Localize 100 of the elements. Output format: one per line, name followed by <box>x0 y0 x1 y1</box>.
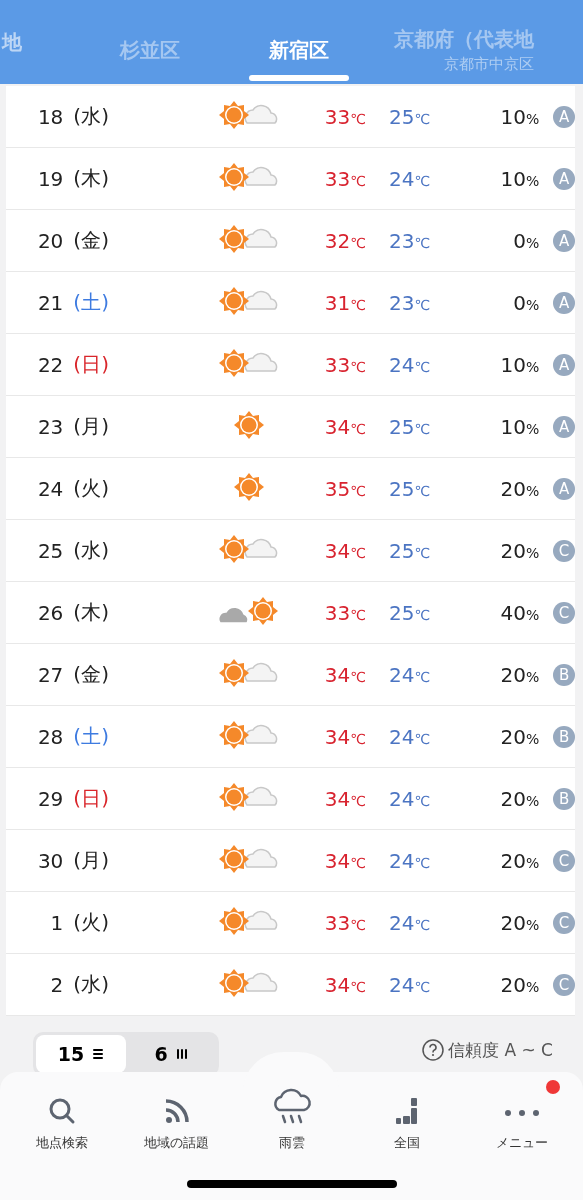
reliability-badge: C <box>553 849 575 872</box>
date-text: 26 <box>36 600 64 625</box>
reliability-badge: C <box>553 601 575 624</box>
high-temperature: 34℃ <box>324 538 367 563</box>
weekday-text: (水) <box>73 971 110 998</box>
low-temperature: 25℃ <box>388 414 432 439</box>
precipitation-chance: 0% <box>512 228 540 253</box>
date-text: 1 <box>49 910 64 935</box>
range-option[interactable]: 15 <box>36 1035 126 1073</box>
low-temperature: 24℃ <box>388 662 432 687</box>
reliability-badge: A <box>553 105 575 128</box>
high-temperature: 32℃ <box>324 228 367 253</box>
low-temperature: 24℃ <box>388 166 432 191</box>
help-icon <box>422 1039 445 1061</box>
low-temperature: 25℃ <box>388 538 432 563</box>
precipitation-chance: 10% <box>499 352 540 377</box>
range-option[interactable]: 6 <box>126 1035 216 1073</box>
nav-item[interactable]: 全国 <box>351 1072 462 1152</box>
reliability-badge: B <box>553 787 575 810</box>
weekday-text: (金) <box>73 227 110 254</box>
low-temperature: 24℃ <box>388 848 432 873</box>
precipitation-chance: 20% <box>499 972 540 997</box>
precipitation-chance: 20% <box>499 848 540 873</box>
precipitation-chance: 10% <box>499 166 540 191</box>
low-temperature: 24℃ <box>388 972 432 997</box>
high-temperature: 35℃ <box>324 476 367 501</box>
high-temperature: 33℃ <box>324 104 367 129</box>
weekday-text: (土) <box>73 289 110 316</box>
low-temperature: 24℃ <box>388 724 432 749</box>
precipitation-chance: 20% <box>499 662 540 687</box>
date-text: 18 <box>36 104 64 129</box>
nav-item[interactable]: 雨雲 <box>236 1072 347 1152</box>
high-temperature: 34℃ <box>324 724 367 749</box>
weekday-text: (月) <box>73 847 110 874</box>
low-temperature: 23℃ <box>388 228 432 253</box>
precipitation-chance: 0% <box>512 290 540 315</box>
reliability-badge: A <box>553 167 575 190</box>
nav-item[interactable]: 地域の話題 <box>121 1072 232 1152</box>
low-temperature: 23℃ <box>388 290 432 315</box>
date-text: 2 <box>49 972 64 997</box>
precipitation-chance: 20% <box>499 724 540 749</box>
precipitation-chance: 10% <box>499 104 540 129</box>
weekday-text: (木) <box>73 165 110 192</box>
weekday-text: (日) <box>73 351 110 378</box>
reliability-badge: A <box>553 353 575 376</box>
high-temperature: 34℃ <box>324 662 367 687</box>
date-text: 29 <box>36 786 64 811</box>
reliability-badge: A <box>553 415 575 438</box>
low-temperature: 25℃ <box>388 476 432 501</box>
high-temperature: 33℃ <box>324 600 367 625</box>
nav-item[interactable]: メニュー <box>466 1072 577 1152</box>
date-text: 19 <box>36 166 64 191</box>
date-text: 20 <box>36 228 64 253</box>
high-temperature: 31℃ <box>324 290 367 315</box>
low-temperature: 25℃ <box>388 600 432 625</box>
weekday-text: (金) <box>73 661 110 688</box>
high-temperature: 34℃ <box>324 786 367 811</box>
weekday-text: (日) <box>73 785 110 812</box>
weekday-text: (火) <box>73 909 110 936</box>
low-temperature: 25℃ <box>388 104 432 129</box>
list-icon <box>92 1048 105 1060</box>
date-text: 22 <box>36 352 64 377</box>
date-text: 30 <box>36 848 64 873</box>
date-text: 23 <box>36 414 64 439</box>
nav-item[interactable]: 地点検索 <box>6 1072 117 1152</box>
precipitation-chance: 20% <box>499 910 540 935</box>
reliability-badge: C <box>553 973 575 996</box>
precipitation-chance: 20% <box>499 786 540 811</box>
date-text: 25 <box>36 538 64 563</box>
date-text: 27 <box>36 662 64 687</box>
more-icon <box>504 1110 539 1116</box>
high-temperature: 33℃ <box>324 166 367 191</box>
reliability-badge: A <box>553 477 575 500</box>
reliability-badge: C <box>553 539 575 562</box>
weekday-text: (水) <box>73 537 110 564</box>
weekday-text: (水) <box>73 103 110 130</box>
reliability-badge: A <box>553 229 575 252</box>
date-text: 21 <box>36 290 64 315</box>
reliability-badge: B <box>553 725 575 748</box>
columns-icon <box>175 1048 188 1060</box>
weekday-text: (木) <box>73 599 110 626</box>
high-temperature: 34℃ <box>324 972 367 997</box>
reliability-badge: C <box>553 911 575 934</box>
weekday-text: (土) <box>73 723 110 750</box>
precipitation-chance: 20% <box>499 476 540 501</box>
date-text: 24 <box>36 476 64 501</box>
high-temperature: 34℃ <box>324 848 367 873</box>
low-temperature: 24℃ <box>388 910 432 935</box>
precipitation-chance: 20% <box>499 538 540 563</box>
high-temperature: 33℃ <box>324 352 367 377</box>
weekday-text: (火) <box>73 475 110 502</box>
low-temperature: 24℃ <box>388 352 432 377</box>
reliability-badge: A <box>553 291 575 314</box>
reliability-badge: B <box>553 663 575 686</box>
low-temperature: 24℃ <box>388 786 432 811</box>
precipitation-chance: 10% <box>499 414 540 439</box>
reliability-help-link[interactable]: 信頼度 A ~ C <box>422 1038 553 1062</box>
precipitation-chance: 40% <box>499 600 540 625</box>
high-temperature: 33℃ <box>324 910 367 935</box>
date-text: 28 <box>36 724 64 749</box>
